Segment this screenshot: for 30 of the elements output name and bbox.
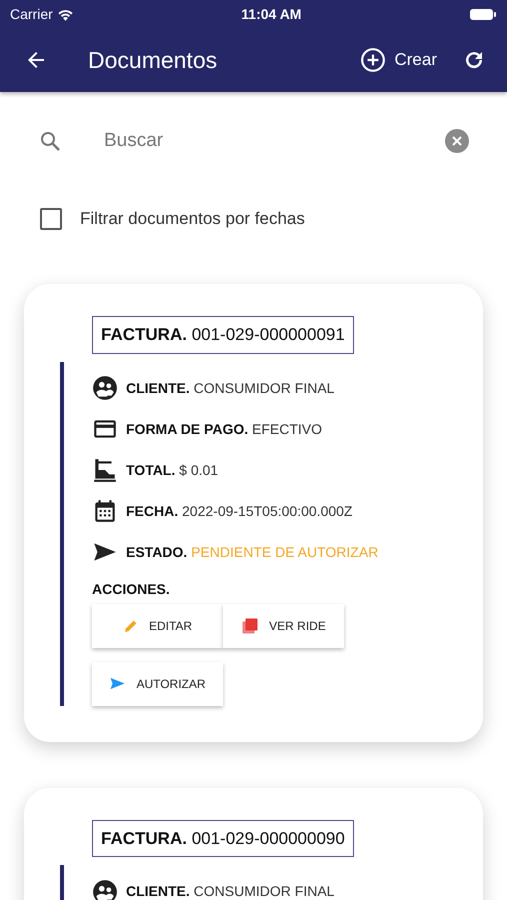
wifi-icon <box>56 8 74 20</box>
action-button[interactable]: EDITAR <box>92 604 223 648</box>
field-text: CLIENTE. CONSUMIDOR FINAL <box>126 378 334 398</box>
battery-icon <box>469 8 497 20</box>
field-text: CLIENTE. CONSUMIDOR FINAL <box>126 882 334 900</box>
date-filter-label: Filtrar documentos por fechas <box>80 208 305 230</box>
plus-circle-icon <box>360 47 386 73</box>
action-button[interactable]: AUTORIZAR <box>92 662 223 706</box>
close-icon <box>451 135 463 147</box>
actions-label: ACCIONES. <box>92 580 171 598</box>
field-text: TOTAL. $ 0.01 <box>126 460 218 480</box>
search-icon <box>38 129 62 153</box>
field-text: FORMA DE PAGO. EFECTIVO <box>126 420 322 438</box>
search-field[interactable]: Buscar <box>104 126 445 156</box>
cash-register-icon <box>92 457 118 483</box>
action-button[interactable]: VER RIDE <box>223 604 344 648</box>
field-text: ESTADO. PENDIENTE DE AUTORIZAR <box>126 542 378 562</box>
document-title: FACTURA. 001-029-000000091 <box>92 316 354 354</box>
field-text: FECHA. 2022-09-15T05:00:00.000Z <box>126 502 352 520</box>
people-icon <box>92 375 118 401</box>
carrier-label: Carrier <box>10 4 53 24</box>
document-icon <box>241 616 260 634</box>
page-title: Documentos <box>88 46 218 75</box>
clear-button[interactable] <box>445 129 469 153</box>
clock-time: 11:04 AM <box>241 4 302 24</box>
send-icon <box>109 675 126 692</box>
document-title: FACTURA. 001-029-000000090 <box>92 820 354 857</box>
date-filter-checkbox[interactable] <box>40 208 62 230</box>
pencil-icon <box>122 618 139 634</box>
create-button[interactable]: Crear <box>360 47 437 73</box>
